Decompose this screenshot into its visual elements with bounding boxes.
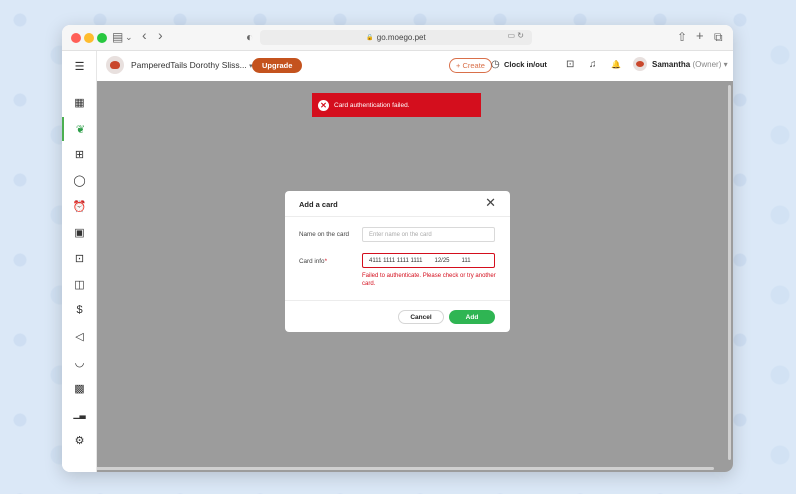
business-switcher[interactable]: PamperedTails Dorothy Sliss... ▾ (131, 60, 253, 70)
address-bar[interactable]: 🔒 go.moego.pet ▭ ↻ (260, 30, 532, 45)
share-icon[interactable]: ⇧ (677, 30, 687, 44)
toast-message: Card authentication failed. (334, 101, 410, 109)
dollar-icon[interactable]: $ (62, 299, 97, 321)
settings-icon[interactable]: ⚙ (62, 429, 97, 451)
basket-icon[interactable]: ◡ (62, 351, 97, 373)
dog-icon[interactable]: ❦ (62, 117, 97, 141)
close-icon[interactable]: ✕ (485, 196, 496, 210)
vertical-scrollbar[interactable] (728, 85, 731, 460)
card-number[interactable]: 4111 1111 1111 1111 (369, 258, 423, 264)
required-marker: * (324, 258, 328, 265)
new-tab-icon[interactable]: + (696, 29, 704, 43)
briefcase-icon[interactable]: ▣ (62, 221, 97, 243)
upgrade-button[interactable]: Upgrade (252, 58, 303, 73)
name-on-card-label: Name on the card (299, 231, 350, 238)
name-on-card-input[interactable]: Enter name on the card (362, 227, 495, 242)
business-name: PamperedTails Dorothy Sliss... (131, 60, 247, 70)
alarm-icon[interactable]: ⏰ (62, 195, 97, 217)
back-icon[interactable]: ‹ (142, 28, 147, 42)
chevron-down-icon[interactable]: ⌄ (125, 30, 133, 44)
minimize-window-button[interactable] (84, 33, 94, 43)
name-on-card-placeholder: Enter name on the card (369, 231, 432, 238)
menu-icon[interactable]: ☰ (62, 55, 97, 77)
divider (285, 300, 510, 301)
url-text: go.moego.pet (376, 33, 426, 42)
privacy-shield-icon[interactable]: ◐ (246, 30, 253, 44)
user-role: (Owner) (692, 60, 722, 69)
error-icon: ✕ (318, 99, 329, 111)
bell-icon[interactable]: 🔔 (611, 58, 621, 71)
sidebar: ☰ ▦ ❦ ⊞ ◯ ⏰ ▣ ⊡ ◫ $ ◁ ◡ ▩ ▁▃ ⚙ (62, 51, 97, 472)
reload-icon[interactable]: ↻ (517, 31, 524, 40)
business-logo (106, 56, 124, 74)
card-cvc[interactable]: 111 (462, 258, 471, 264)
card-info-label: Card info* (299, 258, 328, 265)
add-button[interactable]: Add (449, 310, 495, 324)
timesheet-icon[interactable]: ⊡ (566, 58, 574, 71)
cancel-button[interactable]: Cancel (398, 310, 444, 324)
chevron-down-icon: ▾ (723, 60, 728, 69)
tab-overview-icon[interactable]: ⧉ (714, 30, 723, 44)
contact-icon[interactable]: ⊡ (62, 247, 97, 269)
avatar[interactable] (633, 57, 647, 71)
calendar-icon[interactable]: ▦ (62, 91, 97, 113)
reader-icon[interactable]: ▭ (508, 31, 516, 40)
divider (285, 216, 510, 217)
maximize-window-button[interactable] (97, 33, 107, 43)
add-card-modal: Add a card ✕ Name on the card Enter name… (285, 191, 510, 332)
chat-icon[interactable]: ◯ (62, 169, 97, 191)
modal-title: Add a card (299, 200, 338, 209)
title-bar: ▤ ⌄ ‹ › ◐ 🔒 go.moego.pet ▭ ↻ ⇧ + ⧉ (62, 25, 733, 51)
card-expiry[interactable]: 12/25 (435, 258, 450, 264)
user-name: Samantha (652, 60, 691, 69)
lock-icon: 🔒 (366, 35, 374, 41)
horizontal-scrollbar[interactable] (66, 467, 714, 470)
chart-icon[interactable]: ▁▃ (62, 403, 97, 425)
store-icon[interactable]: ⊞ (62, 143, 97, 165)
clock-in-out-button[interactable]: Clock in/out (504, 60, 547, 69)
image-icon[interactable]: ▩ (62, 377, 97, 399)
clock-icon[interactable]: ◷ (491, 58, 500, 71)
create-button[interactable]: + Create (449, 58, 492, 73)
sidebar-toggle-icon[interactable]: ▤ (112, 30, 123, 44)
user-menu[interactable]: Samantha (Owner) ▾ (652, 60, 728, 69)
browser-window: ▤ ⌄ ‹ › ◐ 🔒 go.moego.pet ▭ ↻ ⇧ + ⧉ ☰ ▦ ❦… (62, 25, 733, 472)
forward-icon[interactable]: › (158, 28, 163, 42)
headset-icon[interactable]: ♫ (589, 58, 597, 71)
megaphone-icon[interactable]: ◁ (62, 325, 97, 347)
close-window-button[interactable] (71, 33, 81, 43)
card-info-input[interactable]: 4111 1111 1111 1111 12/25 111 (362, 253, 495, 268)
error-toast: ✕ Card authentication failed. (312, 93, 481, 117)
reports-icon[interactable]: ◫ (62, 273, 97, 295)
card-error-message: Failed to authenticate. Please check or … (362, 273, 496, 287)
